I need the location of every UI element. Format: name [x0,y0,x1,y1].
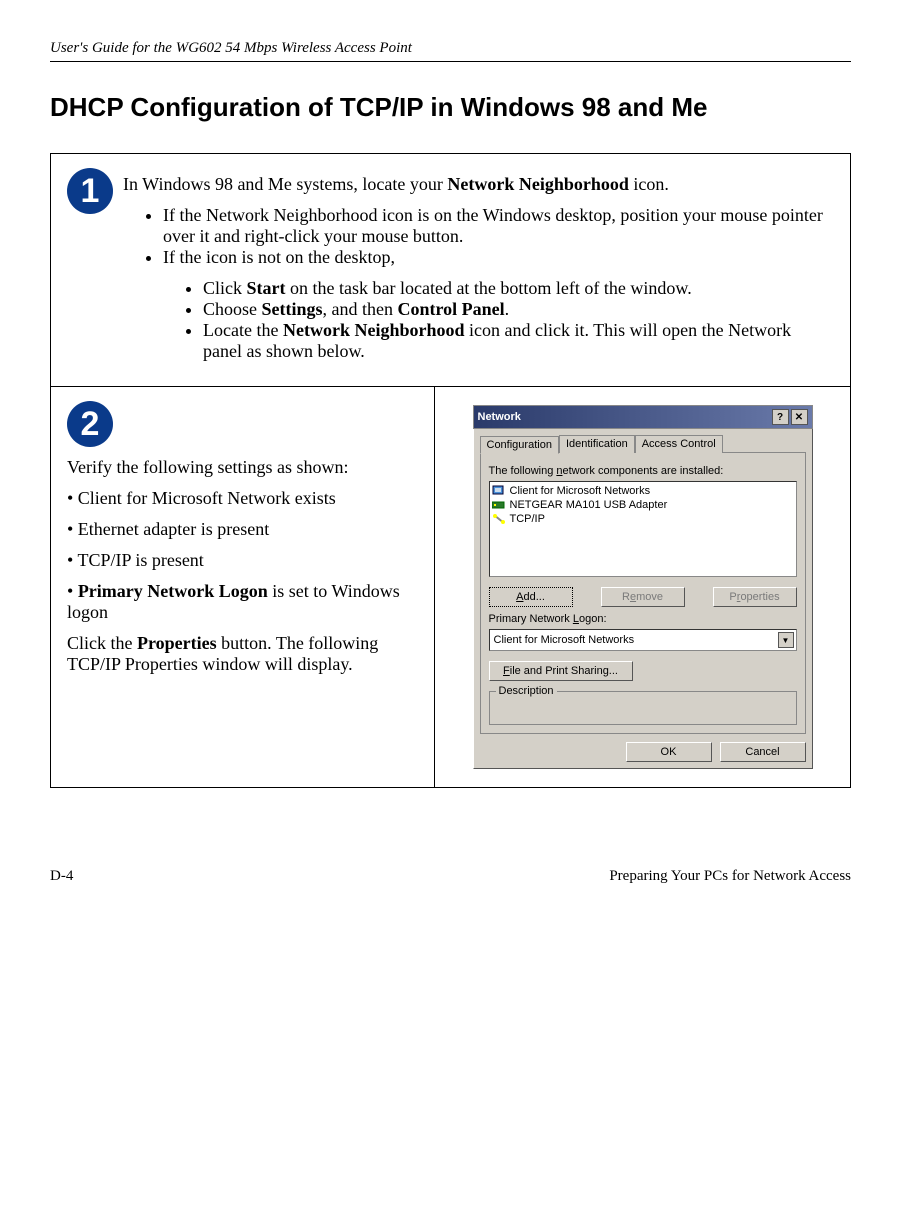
step2-v4: • Primary Network Logon is set to Window… [67,581,418,623]
v4b: Primary Network Logon [78,581,268,601]
step-1-cell: 1 In Windows 98 and Me systems, locate y… [51,154,851,387]
s3b: Network Neighborhood [283,320,465,340]
step-1-text: In Windows 98 and Me systems, locate you… [123,168,834,372]
addP: dd... [523,591,544,603]
page-title: DHCP Configuration of TCP/IP in Windows … [50,92,851,123]
step-2-text-cell: 2 Verify the following settings as shown… [51,387,435,788]
combo-text: Client for Microsoft Networks [494,634,635,646]
prPost: operties [740,591,779,603]
step2-verify: Verify the following settings as shown: [67,457,418,478]
footer-left: D-4 [50,868,73,885]
step2-v3: • TCP/IP is present [67,550,418,571]
protocol-icon [492,513,506,525]
dialog-body: Configuration Identification Access Cont… [473,429,813,769]
rmPre: R [622,591,630,603]
s1pre: Click [203,278,247,298]
step1-bullet-2: If the icon is not on the desktop, [163,247,834,268]
logon-combo[interactable]: Client for Microsoft Networks ▼ [489,629,797,651]
s2post: . [505,299,510,319]
list-item[interactable]: Client for Microsoft Networks [492,484,794,498]
page-footer: D-4 Preparing Your PCs for Network Acces… [50,868,851,885]
list-item[interactable]: NETGEAR MA101 USB Adapter [492,498,794,512]
list-item[interactable]: TCP/IP [492,512,794,526]
step1-intro-bold: Network Neighborhood [447,174,629,194]
add-button[interactable]: Add... [489,587,573,607]
chevron-down-icon[interactable]: ▼ [778,632,794,648]
dialog-tabs: Configuration Identification Access Cont… [480,435,806,453]
lgpost: ogon: [579,613,607,625]
page-header: User's Guide for the WG602 54 Mbps Wirel… [50,40,851,62]
components-label: The following network components are ins… [489,465,797,477]
footer-right: Preparing Your PCs for Network Access [609,868,851,885]
v4pre: • [67,581,78,601]
s3pre: Locate the [203,320,283,340]
tab-access-control[interactable]: Access Control [635,435,723,453]
components-listbox[interactable]: Client for Microsoft Networks NETGEAR MA… [489,481,797,577]
fpsU: F [503,665,510,677]
s1post: on the task bar located at the bottom le… [286,278,692,298]
file-print-sharing-button[interactable]: File and Print Sharing... [489,661,633,681]
steps-table: 1 In Windows 98 and Me systems, locate y… [50,153,851,788]
step1-sub-2: Choose Settings, and then Control Panel. [203,299,834,320]
properties-button[interactable]: Properties [713,587,797,607]
s2pre: Choose [203,299,262,319]
tab-identification[interactable]: Identification [559,435,635,453]
llpre: The following [489,465,557,477]
cancel-button[interactable]: Cancel [720,742,806,762]
step1-sub-3: Locate the Network Neighborhood icon and… [203,320,834,362]
description-label: Description [496,685,557,697]
step2-v1: • Client for Microsoft Network exists [67,488,418,509]
remove-button[interactable]: Remove [601,587,685,607]
step1-intro-post: icon. [629,174,669,194]
logon-label: Primary Network Logon: [489,613,797,625]
s1b: Start [247,278,286,298]
close-button[interactable]: ✕ [791,409,808,425]
cb: Properties [137,633,217,653]
step-2-badge: 2 [67,401,113,447]
help-button[interactable]: ? [772,409,789,425]
lgpre: Primary Network [489,613,573,625]
llpost: etwork components are installed: [563,465,724,477]
s2mid: , and then [323,299,398,319]
tab-configuration[interactable]: Configuration [480,436,559,454]
li3: TCP/IP [510,513,545,525]
step-1-badge: 1 [67,168,113,214]
s2b1: Settings [262,299,323,319]
client-icon [492,485,506,497]
step1-bullet-1: If the Network Neighborhood icon is on t… [163,205,834,247]
cpre: Click the [67,633,137,653]
step2-v2: • Ethernet adapter is present [67,519,418,540]
dialog-titlebar: Network ? ✕ [473,405,813,429]
li2: NETGEAR MA101 USB Adapter [510,499,668,511]
li1: Client for Microsoft Networks [510,485,651,497]
prPre: P [729,591,736,603]
ok-button[interactable]: OK [626,742,712,762]
fpsP: ile and Print Sharing... [510,665,618,677]
network-dialog: Network ? ✕ Configuration Identification… [473,405,813,769]
step2-click: Click the Properties button. The followi… [67,633,418,675]
adapter-icon [492,499,506,511]
step1-intro-pre: In Windows 98 and Me systems, locate you… [123,174,447,194]
dialog-title-text: Network [478,411,521,423]
tab-panel: The following network components are ins… [480,452,806,734]
s2b2: Control Panel [398,299,505,319]
rmPost: move [636,591,663,603]
description-group: Description [489,691,797,725]
step1-sub-1: Click Start on the task bar located at t… [203,278,834,299]
step-2-image-cell: Network ? ✕ Configuration Identification… [435,387,851,788]
